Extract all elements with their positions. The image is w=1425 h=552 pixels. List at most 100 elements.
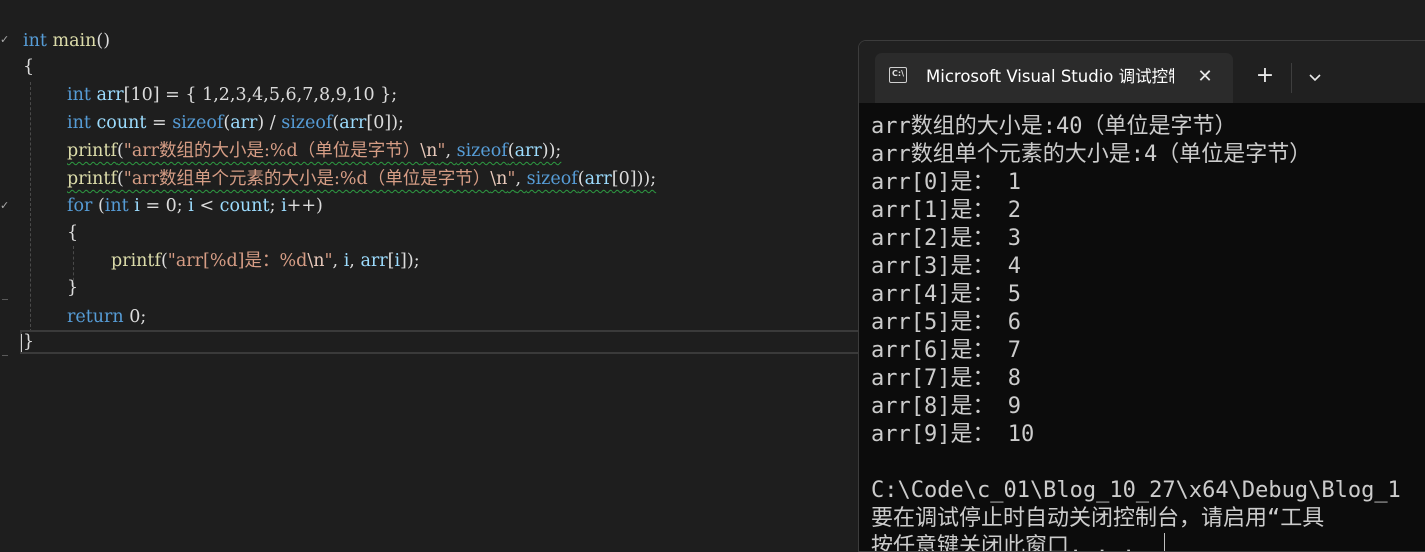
console-output-line: arr数组的大小是:40（单位是字节） xyxy=(871,114,1237,139)
code-token: arr xyxy=(230,113,258,133)
console-output-line: 要在调试停止时自动关闭控制台，请启用“工具 xyxy=(871,506,1325,531)
code-token: ; xyxy=(269,196,282,216)
code-token: " xyxy=(324,251,333,271)
code-token: ( xyxy=(577,169,585,189)
code-line[interactable]: return 0; xyxy=(67,303,146,331)
toolbar-divider xyxy=(1291,63,1292,93)
code-line[interactable]: } xyxy=(67,274,78,302)
fold-checkmark-icon[interactable]: ✓ xyxy=(0,199,9,212)
chevron-down-icon[interactable] xyxy=(1299,63,1331,91)
code-token: ( xyxy=(92,196,105,216)
fold-checkmark-icon[interactable]: ✓ xyxy=(0,33,9,46)
code-token: = xyxy=(146,113,173,133)
code-token: printf xyxy=(67,141,117,161)
fold-end-marker xyxy=(2,299,8,300)
code-token: ( xyxy=(116,169,124,189)
code-token: sizeof xyxy=(172,113,224,133)
console-output-line: arr[1]是： 2 xyxy=(871,198,1021,223)
console-output-line: arr[9]是： 10 xyxy=(871,422,1035,447)
console-output-line: arr[8]是： 9 xyxy=(871,394,1021,419)
code-line[interactable]: printf("arr数组单个元素的大小是:%d（单位是字节）\n", size… xyxy=(67,165,656,193)
console-output-line: arr[7]是： 8 xyxy=(871,366,1021,391)
code-token: ) / xyxy=(257,113,282,133)
debug-console-window[interactable]: C:\ Microsoft Visual Studio 调试控制台 ✕ + ar… xyxy=(858,40,1425,552)
code-token: "arr数组的大小是:%d（单位是字节） xyxy=(123,141,421,161)
code-token: , xyxy=(515,169,527,189)
code-token: [10] = { 1,2,3,4,5,6,7,8,9,10 }; xyxy=(123,85,398,105)
code-line[interactable]: { xyxy=(67,219,78,247)
code-line[interactable]: int count = sizeof(arr) / sizeof(arr[0])… xyxy=(67,109,404,137)
console-cursor xyxy=(1164,533,1165,551)
code-token: [0])); xyxy=(611,169,657,189)
console-output-line: arr[5]是： 6 xyxy=(871,310,1021,335)
code-token: = 0; xyxy=(139,196,189,216)
code-token: , xyxy=(445,141,457,161)
code-token: int xyxy=(67,85,91,105)
console-output-line: arr[0]是： 1 xyxy=(871,170,1021,195)
console-output-line: arr数组单个元素的大小是:4（单位是字节） xyxy=(871,142,1312,167)
code-token: , xyxy=(332,251,344,271)
code-token: "arr[%d]是：%d xyxy=(167,251,308,271)
code-token: int xyxy=(104,196,129,216)
code-token: "arr数组单个元素的大小是:%d（单位是字节） xyxy=(123,169,491,189)
console-output-line: arr[4]是： 5 xyxy=(871,282,1021,307)
code-editor[interactable]: ✓ ✓ int main() { int arr[10] = { 1,2,3,4… xyxy=(0,0,865,537)
current-line-highlight xyxy=(20,330,865,354)
code-token: } xyxy=(67,278,79,298)
close-tab-icon[interactable]: ✕ xyxy=(1191,63,1219,91)
code-token: ++) xyxy=(286,196,323,216)
console-output-line: arr[2]是： 3 xyxy=(871,226,1021,251)
console-output-line: C:\Code\c_01\Blog_10_27\x64\Debug\Blog_1 xyxy=(871,478,1401,503)
code-token: ( xyxy=(160,251,168,271)
code-token: int xyxy=(67,113,91,133)
code-line[interactable]: { xyxy=(23,53,34,81)
text-caret xyxy=(21,334,22,352)
code-line[interactable]: printf("arr[%d]是：%d\n", i, arr[i]); xyxy=(111,247,420,275)
tab-title: Microsoft Visual Studio 调试控制台 xyxy=(926,67,1174,86)
code-token: ( xyxy=(116,141,124,161)
code-line[interactable]: int arr[10] = { 1,2,3,4,5,6,7,8,9,10 }; xyxy=(67,81,397,109)
code-token: { xyxy=(67,223,79,243)
code-token: sizeof xyxy=(281,113,333,133)
terminal-title-bar[interactable]: C:\ Microsoft Visual Studio 调试控制台 ✕ + xyxy=(859,41,1425,103)
code-token: < xyxy=(193,196,220,216)
code-token: )); xyxy=(541,141,562,161)
code-token: arr xyxy=(96,85,124,105)
fold-end-marker xyxy=(2,355,8,356)
code-token: count xyxy=(96,113,147,133)
code-line[interactable]: } xyxy=(23,328,34,356)
code-line[interactable]: int main() xyxy=(23,27,110,55)
code-line[interactable]: printf("arr数组的大小是:%d（单位是字节）\n", sizeof(a… xyxy=(67,137,561,165)
code-token: for xyxy=(67,196,93,216)
code-token: () xyxy=(96,31,111,51)
code-token: sizeof xyxy=(456,141,508,161)
code-token: \n xyxy=(307,251,325,271)
new-tab-button[interactable]: + xyxy=(1249,63,1281,91)
console-output-line: arr[3]是： 4 xyxy=(871,254,1021,279)
code-token: { xyxy=(23,57,35,77)
console-tab[interactable]: C:\ Microsoft Visual Studio 调试控制台 ✕ xyxy=(875,53,1233,103)
code-token: [0]); xyxy=(366,113,404,133)
code-token: arr xyxy=(514,141,542,161)
code-token: ( xyxy=(507,141,515,161)
code-token: printf xyxy=(111,251,161,271)
code-token: ]); xyxy=(400,251,420,271)
code-line[interactable]: for (int i = 0; i < count; i++) xyxy=(67,192,323,220)
code-token: } xyxy=(23,332,35,352)
code-token: arr xyxy=(584,169,612,189)
console-output-line: arr[6]是： 7 xyxy=(871,338,1021,363)
code-token: \n xyxy=(420,141,438,161)
console-output[interactable]: arr数组的大小是:40（单位是字节） arr数组单个元素的大小是:4（单位是字节… xyxy=(871,113,1425,552)
code-token: arr xyxy=(360,251,388,271)
indent-guide xyxy=(30,82,31,332)
code-token: arr xyxy=(339,113,367,133)
code-token: sizeof xyxy=(526,169,578,189)
console-output-line: 按任意键关闭此窗口. . . xyxy=(871,534,1136,552)
code-token: \n xyxy=(490,169,508,189)
code-token: main xyxy=(52,31,97,51)
terminal-icon: C:\ xyxy=(889,67,907,83)
code-token: printf xyxy=(67,169,117,189)
code-token: count xyxy=(219,196,270,216)
code-token: , xyxy=(349,251,361,271)
